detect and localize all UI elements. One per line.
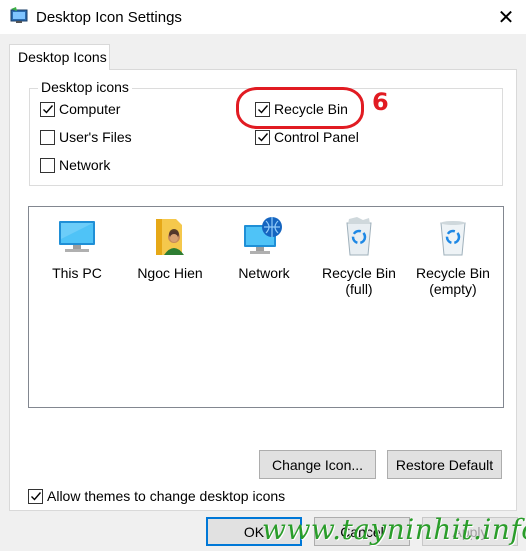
- checkbox-allow-themes[interactable]: Allow themes to change desktop icons: [28, 488, 285, 504]
- list-item-this-pc[interactable]: This PC: [32, 215, 122, 281]
- dialog-body: Desktop Icons Desktop icons Computer Use…: [0, 34, 526, 551]
- user-folder-icon: [156, 219, 184, 255]
- network-icon: [244, 217, 282, 254]
- checkmark-icon: [257, 133, 268, 142]
- checkbox-label: Recycle Bin: [274, 101, 348, 117]
- checkbox-box[interactable]: [40, 129, 55, 145]
- checkbox-users-files[interactable]: User's Files: [40, 129, 132, 145]
- window-title: Desktop Icon Settings: [36, 9, 182, 26]
- item-label-sub: (full): [345, 281, 373, 297]
- change-icon-button[interactable]: Change Icon...: [259, 450, 376, 479]
- list-item-recycle-bin-empty[interactable]: Recycle Bin (empty): [408, 215, 498, 297]
- item-label: Network: [238, 265, 290, 281]
- list-item-network[interactable]: Network: [219, 215, 309, 281]
- item-label: Ngoc Hien: [137, 265, 203, 281]
- checkbox-network[interactable]: Network: [40, 157, 110, 173]
- checkbox-label: User's Files: [59, 129, 132, 145]
- recycle-bin-full-icon: [346, 217, 372, 256]
- checkbox-label: Allow themes to change desktop icons: [47, 488, 286, 504]
- checkbox-box[interactable]: [255, 129, 270, 145]
- checkmark-icon: [42, 105, 53, 114]
- item-label-sub: (empty): [429, 281, 477, 297]
- list-item-user-folder[interactable]: Ngoc Hien: [125, 215, 215, 281]
- checkbox-recycle-bin[interactable]: Recycle Bin: [255, 101, 348, 117]
- group-legend: Desktop icons: [38, 79, 132, 95]
- checkmark-icon: [30, 492, 41, 501]
- close-button[interactable]: ✕: [486, 0, 526, 34]
- checkbox-box[interactable]: [255, 101, 270, 117]
- ok-button[interactable]: OK: [206, 517, 302, 546]
- apply-button[interactable]: Apply: [422, 517, 518, 546]
- checkbox-box[interactable]: [40, 101, 55, 117]
- recycle-bin-empty-icon: [440, 221, 466, 256]
- annotation-step-number: 6: [372, 88, 389, 116]
- checkbox-label: Computer: [59, 101, 121, 117]
- item-label: Recycle Bin: [416, 265, 490, 281]
- checkbox-label: Control Panel: [274, 129, 359, 145]
- title-bar: Desktop Icon Settings ✕: [0, 0, 526, 34]
- close-icon: ✕: [497, 6, 515, 29]
- item-label: Recycle Bin: [322, 265, 396, 281]
- tab-desktop-icons[interactable]: Desktop Icons: [9, 44, 110, 70]
- cancel-button[interactable]: Cancel: [314, 517, 410, 546]
- checkbox-label: Network: [59, 157, 111, 173]
- restore-default-button[interactable]: Restore Default: [387, 450, 502, 479]
- checkmark-icon: [257, 105, 268, 114]
- this-pc-icon: [59, 221, 95, 252]
- tab-panel: Desktop icons Computer User's Files Netw…: [9, 69, 517, 511]
- desktop-icons-group: Desktop icons Computer User's Files Netw…: [29, 79, 503, 186]
- checkbox-computer[interactable]: Computer: [40, 101, 120, 117]
- checkbox-box[interactable]: [28, 488, 43, 504]
- checkbox-control-panel[interactable]: Control Panel: [255, 129, 359, 145]
- item-label: This PC: [52, 265, 102, 281]
- checkbox-box[interactable]: [40, 157, 55, 173]
- list-item-recycle-bin-full[interactable]: Recycle Bin (full): [314, 215, 404, 297]
- desktop-settings-app-icon: [10, 7, 28, 23]
- desktop-icon-list[interactable]: This PC Ngoc Hien Network Recycle Bin (f…: [28, 206, 504, 408]
